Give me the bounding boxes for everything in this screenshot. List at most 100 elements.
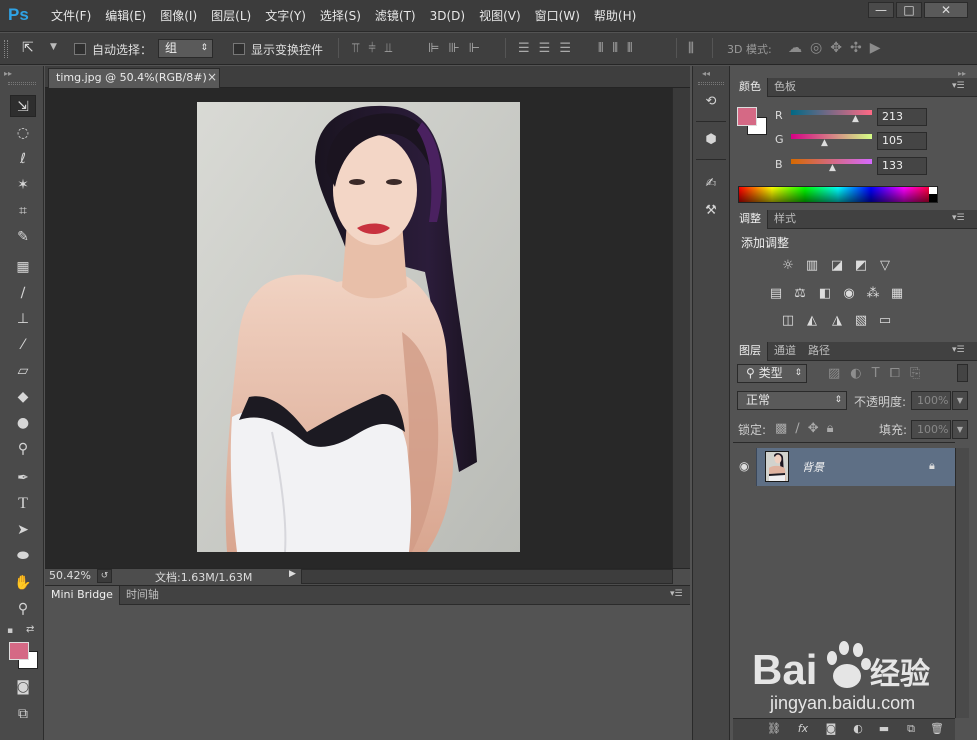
clone-stamp-tool-icon[interactable]: ⊥ <box>10 308 36 330</box>
eyedropper-tool-icon[interactable]: ✎ <box>10 226 36 248</box>
menu-layer[interactable]: 图层(L) <box>204 0 258 32</box>
link-layers-icon[interactable]: ⛓ <box>767 722 781 736</box>
align-top-icon[interactable]: ⫪ <box>352 41 368 56</box>
layer-name[interactable]: 背景 <box>802 459 824 475</box>
auto-align-icon[interactable]: ⫼ <box>688 41 694 56</box>
green-value-input[interactable]: 105 <box>877 132 927 150</box>
eraser-tool-icon[interactable]: ▱ <box>10 360 36 382</box>
tab-styles[interactable]: 样式 <box>768 210 802 229</box>
image-canvas[interactable] <box>197 102 520 552</box>
menu-filter[interactable]: 滤镜(T) <box>368 0 423 32</box>
zoom-level[interactable]: 50.42% <box>49 569 91 582</box>
filter-type-icon[interactable]: T <box>872 366 890 381</box>
path-selection-tool-icon[interactable]: ➤ <box>10 519 36 541</box>
filter-shape-icon[interactable]: ⧠ <box>890 366 910 381</box>
brush-presets-icon[interactable]: ✍ <box>700 173 722 195</box>
blur-tool-icon[interactable]: ● <box>10 412 36 434</box>
blend-mode-dropdown[interactable]: 正常 ⇕ <box>737 391 847 410</box>
type-tool-icon[interactable]: T <box>10 493 36 515</box>
distribute-top-icon[interactable]: ☰ <box>518 41 539 56</box>
auto-select-checkbox[interactable] <box>74 43 86 55</box>
3d-scale-icon[interactable]: ▶ <box>870 40 889 56</box>
posterize-icon[interactable]: ◭ <box>804 314 820 328</box>
lasso-tool-icon[interactable]: ℓ <box>10 148 36 170</box>
menu-type[interactable]: 文字(Y) <box>258 0 313 32</box>
filter-smart-icon[interactable]: ⎘ <box>910 366 930 381</box>
hue-saturation-icon[interactable]: ▤ <box>768 287 784 301</box>
show-transform-checkbox[interactable] <box>233 43 245 55</box>
quick-mask-icon[interactable]: ◙ <box>10 676 36 698</box>
panel-menu-icon[interactable]: ▾☰ <box>952 81 965 91</box>
fill-input[interactable]: 100% <box>911 420 951 439</box>
tools-collapse-icon[interactable]: ▸▸ <box>4 69 12 78</box>
strip-collapse-icon[interactable]: ◂◂ <box>702 69 710 78</box>
minimize-button[interactable]: — <box>868 2 894 18</box>
pen-tool-icon[interactable]: ✒ <box>10 467 36 489</box>
layer-filter-dropdown[interactable]: ⚲ 类型 ⇕ <box>737 364 807 383</box>
zoom-tool-icon[interactable]: ⚲ <box>10 598 36 620</box>
lock-all-icon[interactable]: 🔒︎ <box>827 421 842 436</box>
distribute-left-icon[interactable]: ⫴ <box>598 41 612 56</box>
align-bottom-icon[interactable]: ⫫ <box>385 41 401 56</box>
vertical-scrollbar[interactable] <box>672 88 690 568</box>
options-grip[interactable] <box>4 40 8 58</box>
default-colors-icon[interactable]: ▪ <box>7 626 13 636</box>
move-tool-preset-icon[interactable]: ⇱ <box>22 40 34 56</box>
tab-channels[interactable]: 通道 <box>768 342 802 361</box>
blue-value-input[interactable]: 133 <box>877 157 927 175</box>
menu-edit[interactable]: 编辑(E) <box>98 0 153 32</box>
menu-3d[interactable]: 3D(D) <box>423 0 472 32</box>
brightness-contrast-icon[interactable]: ☼ <box>780 259 796 273</box>
menu-file[interactable]: 文件(F) <box>44 0 98 32</box>
brush-tool-icon[interactable]: ∕ <box>10 282 36 304</box>
vibrance-icon[interactable]: ▽ <box>877 259 893 273</box>
swap-colors-icon[interactable]: ⇄ <box>26 624 34 635</box>
3d-rotate-icon[interactable]: ☁ <box>788 40 810 56</box>
tools-grip[interactable] <box>8 82 36 85</box>
tab-swatches[interactable]: 色板 <box>768 78 802 97</box>
red-value-input[interactable]: 213 <box>877 108 927 126</box>
red-slider-handle-icon[interactable]: ▲ <box>852 114 859 124</box>
horizontal-scrollbar[interactable] <box>301 569 673 584</box>
marquee-tool-icon[interactable]: ◌ <box>10 122 36 144</box>
new-group-icon[interactable]: ▬ <box>877 722 891 736</box>
filter-pixel-icon[interactable]: ▨ <box>828 366 850 381</box>
3d-pan-icon[interactable]: ✥ <box>830 40 850 56</box>
lock-pixels-icon[interactable]: ∕ <box>795 421 807 436</box>
blue-slider-handle-icon[interactable]: ▲ <box>829 163 836 173</box>
fill-chevron-down-icon[interactable]: ▼ <box>952 420 968 439</box>
layers-scrollbar[interactable] <box>955 448 969 718</box>
opacity-input[interactable]: 100% <box>911 391 951 410</box>
color-fg-swatch[interactable] <box>737 107 757 126</box>
paint-bucket-tool-icon[interactable]: ◆ <box>10 386 36 408</box>
eye-icon[interactable]: ◉ <box>739 459 749 473</box>
menu-select[interactable]: 选择(S) <box>313 0 368 32</box>
photo-filter-icon[interactable]: ◉ <box>841 287 857 301</box>
tab-adjustments[interactable]: 调整 <box>733 210 768 229</box>
filter-toggle-switch[interactable] <box>957 364 968 382</box>
preset-chevron-down-icon[interactable]: ▼ <box>50 42 57 52</box>
red-slider[interactable] <box>791 110 872 115</box>
curves-icon[interactable]: ◪ <box>829 259 845 273</box>
screen-mode-icon[interactable]: ⧉ <box>10 703 36 725</box>
close-button[interactable]: ✕ <box>924 2 968 18</box>
menu-window[interactable]: 窗口(W) <box>528 0 587 32</box>
new-layer-icon[interactable]: ⧉ <box>904 722 918 736</box>
crop-tool-icon[interactable]: ⌗ <box>10 200 36 222</box>
levels-icon[interactable]: ▥ <box>804 259 820 273</box>
magic-wand-tool-icon[interactable]: ✶ <box>10 174 36 196</box>
distribute-right-icon[interactable]: ⫴ <box>627 41 641 56</box>
3d-slide-icon[interactable]: ✣ <box>850 40 870 56</box>
black-white-icon[interactable]: ◧ <box>817 287 833 301</box>
maximize-button[interactable]: □ <box>896 2 922 18</box>
delete-layer-icon[interactable]: 🗑︎ <box>930 722 944 736</box>
3d-panel-icon[interactable]: ⬢ <box>700 129 722 151</box>
ellipse-tool-icon[interactable]: ⬬ <box>10 545 36 567</box>
tab-color[interactable]: 颜色 <box>733 78 768 97</box>
panel-menu-icon[interactable]: ▾☰ <box>670 589 683 599</box>
close-icon[interactable]: × <box>206 68 218 86</box>
selective-color-icon[interactable]: ▧ <box>853 314 869 328</box>
history-panel-icon[interactable]: ⟲ <box>700 91 722 113</box>
invert-icon[interactable]: ◫ <box>780 314 796 328</box>
dock-collapse-icon[interactable]: ▸▸ <box>958 69 966 78</box>
